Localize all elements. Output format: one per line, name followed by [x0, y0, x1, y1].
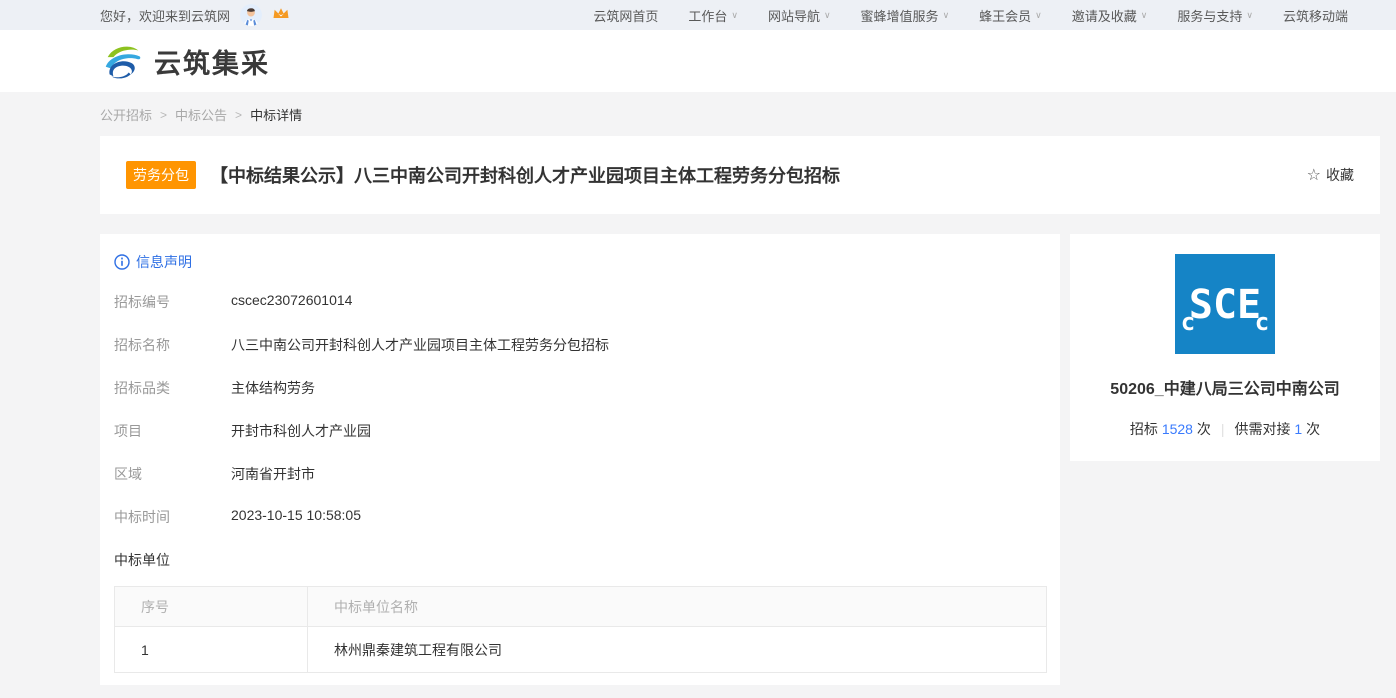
company-name[interactable]: 50206_中建八局三公司中南公司 [1086, 375, 1364, 399]
breadcrumb-award-notice[interactable]: 中标公告 [175, 105, 227, 124]
table-row: 1 林州鼎秦建筑工程有限公司 [115, 627, 1047, 673]
svg-text:c: c [1181, 308, 1195, 336]
field-label: 区域 [114, 464, 231, 484]
field-value: 主体结构劳务 [231, 378, 315, 398]
category-badge: 劳务分包 [126, 161, 196, 189]
site-logo[interactable]: 云筑集采 [100, 38, 270, 84]
main-content: 信息声明 招标编号 cscec23072601014 招标名称 八三中南公司开封… [100, 234, 1380, 685]
field-value: 八三中南公司开封科创人才产业园项目主体工程劳务分包招标 [231, 335, 609, 355]
stat-bids-count: 1528 [1162, 421, 1193, 437]
stats-divider: | [1221, 421, 1225, 437]
nav-bee-services[interactable]: 蜜蜂增值服务∨ [861, 6, 950, 25]
info-declaration-label: 信息声明 [136, 252, 192, 272]
favorite-button[interactable]: ☆ 收藏 [1307, 165, 1354, 185]
stat-matches: 供需对接 1 次 [1235, 419, 1321, 439]
table-cell-winner-name: 林州鼎秦建筑工程有限公司 [308, 627, 1047, 673]
company-card: SCE c c 50206_中建八局三公司中南公司 招标 1528 次 | 供需… [1070, 234, 1380, 461]
company-stats: 招标 1528 次 | 供需对接 1 次 [1086, 419, 1364, 439]
chevron-down-icon: ∨ [1035, 10, 1042, 21]
field-row-project: 项目 开封市科创人才产业园 [114, 421, 1046, 441]
field-row-bid-name: 招标名称 八三中南公司开封科创人才产业园项目主体工程劳务分包招标 [114, 335, 1046, 355]
favorite-label: 收藏 [1326, 165, 1354, 185]
field-label: 招标编号 [114, 292, 231, 312]
breadcrumb-separator: > [160, 108, 167, 122]
nav-support[interactable]: 服务与支持∨ [1177, 6, 1253, 25]
bid-detail-card: 信息声明 招标编号 cscec23072601014 招标名称 八三中南公司开封… [100, 234, 1060, 685]
nav-site-map[interactable]: 网站导航∨ [768, 6, 831, 25]
field-row-region: 区域 河南省开封市 [114, 464, 1046, 484]
field-value: 开封市科创人才产业园 [231, 421, 371, 441]
info-declaration-link[interactable]: 信息声明 [114, 252, 1046, 272]
chevron-down-icon: ∨ [1246, 10, 1253, 21]
star-icon: ☆ [1307, 165, 1321, 185]
field-value: 河南省开封市 [231, 464, 315, 484]
field-label: 项目 [114, 421, 231, 441]
page-title: 【中标结果公示】八三中南公司开封科创人才产业园项目主体工程劳务分包招标 [210, 162, 840, 188]
table-header-winner-name: 中标单位名称 [308, 587, 1047, 627]
topbar-greeting-area: 您好，欢迎来到云筑网 [100, 4, 290, 26]
field-row-bid-number: 招标编号 cscec23072601014 [114, 292, 1046, 312]
chevron-down-icon: ∨ [824, 10, 831, 21]
yunzhu-logo-icon [100, 38, 146, 84]
breadcrumb-current: 中标详情 [250, 105, 302, 124]
user-avatar[interactable] [240, 4, 262, 26]
avatar-icon [240, 4, 262, 26]
field-value: 2023-10-15 10:58:05 [231, 507, 361, 527]
breadcrumb-separator: > [235, 108, 242, 122]
cscec-company-logo-icon: SCE c c [1175, 254, 1275, 354]
field-label: 招标品类 [114, 378, 231, 398]
field-label: 中标时间 [114, 507, 231, 527]
stat-matches-count: 1 [1294, 421, 1302, 437]
crown-member-icon[interactable] [272, 6, 290, 24]
field-label: 招标名称 [114, 335, 231, 355]
nav-mobile[interactable]: 云筑移动端 [1283, 6, 1348, 25]
field-row-bid-category: 招标品类 主体结构劳务 [114, 378, 1046, 398]
table-header-row: 序号 中标单位名称 [115, 587, 1047, 627]
svg-text:c: c [1255, 308, 1269, 336]
field-value: cscec23072601014 [231, 292, 352, 312]
svg-text:SCE: SCE [1189, 282, 1261, 328]
topbar-nav: 云筑网首页 工作台∨ 网站导航∨ 蜜蜂增值服务∨ 蜂王会员∨ 邀请及收藏∨ 服务… [593, 6, 1348, 25]
nav-home[interactable]: 云筑网首页 [593, 6, 658, 25]
table-cell-index: 1 [115, 627, 308, 673]
winner-table: 序号 中标单位名称 1 林州鼎秦建筑工程有限公司 [114, 586, 1047, 673]
chevron-down-icon: ∨ [731, 10, 738, 21]
field-row-award-time: 中标时间 2023-10-15 10:58:05 [114, 507, 1046, 527]
table-header-index: 序号 [115, 587, 308, 627]
stat-bids: 招标 1528 次 [1130, 419, 1211, 439]
chevron-down-icon: ∨ [1141, 10, 1148, 21]
logo-header: 云筑集采 [0, 30, 1396, 92]
chevron-down-icon: ∨ [943, 10, 950, 21]
nav-queen-member[interactable]: 蜂王会员∨ [979, 6, 1042, 25]
breadcrumb: 公开招标 > 中标公告 > 中标详情 [100, 105, 1396, 124]
nav-invite-favorites[interactable]: 邀请及收藏∨ [1072, 6, 1148, 25]
winner-section-label: 中标单位 [114, 550, 1046, 570]
site-logo-text: 云筑集采 [154, 42, 270, 81]
info-icon [114, 254, 130, 270]
nav-workbench[interactable]: 工作台∨ [688, 6, 738, 25]
topbar: 您好，欢迎来到云筑网 云筑网首页 [0, 0, 1396, 30]
breadcrumb-open-bidding[interactable]: 公开招标 [100, 105, 152, 124]
greeting-text: 您好，欢迎来到云筑网 [100, 6, 230, 25]
page: 您好，欢迎来到云筑网 云筑网首页 [0, 0, 1396, 698]
title-card: 劳务分包 【中标结果公示】八三中南公司开封科创人才产业园项目主体工程劳务分包招标… [100, 136, 1380, 214]
